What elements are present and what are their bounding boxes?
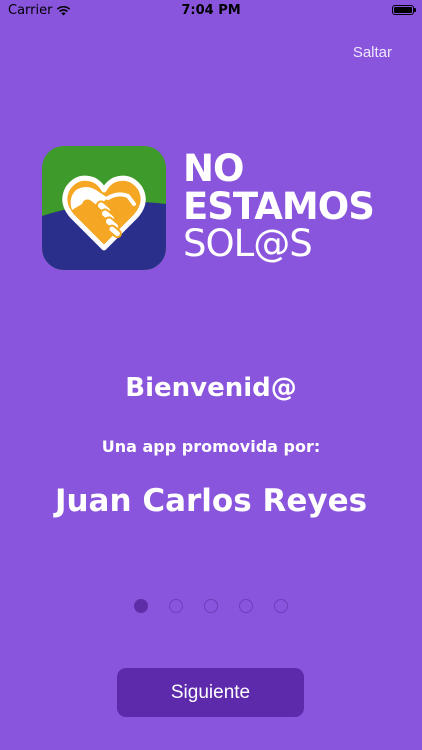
status-bar: Carrier 7:04 PM bbox=[0, 0, 422, 22]
status-time: 7:04 PM bbox=[181, 3, 241, 18]
app-logo-text: NO ESTAMOS SOL@S bbox=[183, 147, 375, 265]
welcome-title: Bienvenid@ bbox=[125, 373, 297, 403]
page-dot[interactable] bbox=[239, 599, 253, 613]
page-dot[interactable] bbox=[274, 599, 288, 613]
logo-line-2: ESTAMOS bbox=[183, 185, 375, 228]
promoter-name: Juan Carlos Reyes bbox=[54, 483, 368, 519]
app-logo-icon bbox=[42, 146, 166, 270]
logo-line-1: NO bbox=[183, 147, 244, 190]
battery-level bbox=[394, 7, 412, 13]
promoted-by-label: Una app promovida por: bbox=[101, 437, 321, 456]
battery-icon bbox=[392, 5, 416, 15]
page-indicator[interactable] bbox=[0, 599, 422, 613]
next-button[interactable]: Siguiente bbox=[117, 668, 304, 717]
page-dot[interactable] bbox=[169, 599, 183, 613]
page-dot[interactable] bbox=[204, 599, 218, 613]
logo-line-3: SOL@S bbox=[183, 222, 313, 265]
skip-button[interactable]: Saltar bbox=[353, 44, 392, 61]
handshake-heart-icon bbox=[42, 146, 166, 270]
page-dot[interactable] bbox=[134, 599, 148, 613]
